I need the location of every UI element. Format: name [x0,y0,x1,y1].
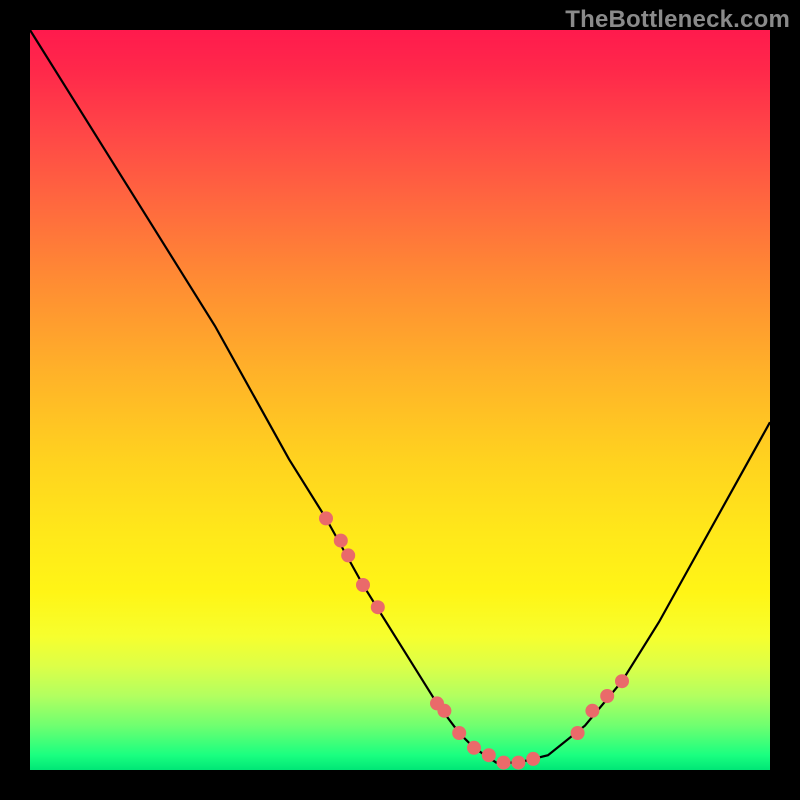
highlighted-points-group [319,511,629,769]
highlight-point [615,674,629,688]
highlight-point [452,726,466,740]
highlight-point [437,704,451,718]
chart-svg [30,30,770,770]
highlight-point [467,741,481,755]
chart-plot-area [30,30,770,770]
highlight-point [511,756,525,770]
highlight-point [571,726,585,740]
highlight-point [482,748,496,762]
highlight-point [585,704,599,718]
watermark-text: TheBottleneck.com [565,6,790,34]
chart-frame: TheBottleneck.com [0,0,800,800]
highlight-point [526,752,540,766]
bottleneck-curve-path [30,30,770,763]
highlight-point [356,578,370,592]
highlight-point [334,534,348,548]
highlight-point [341,548,355,562]
highlight-point [319,511,333,525]
highlight-point [371,600,385,614]
highlight-point [600,689,614,703]
highlight-point [497,756,511,770]
